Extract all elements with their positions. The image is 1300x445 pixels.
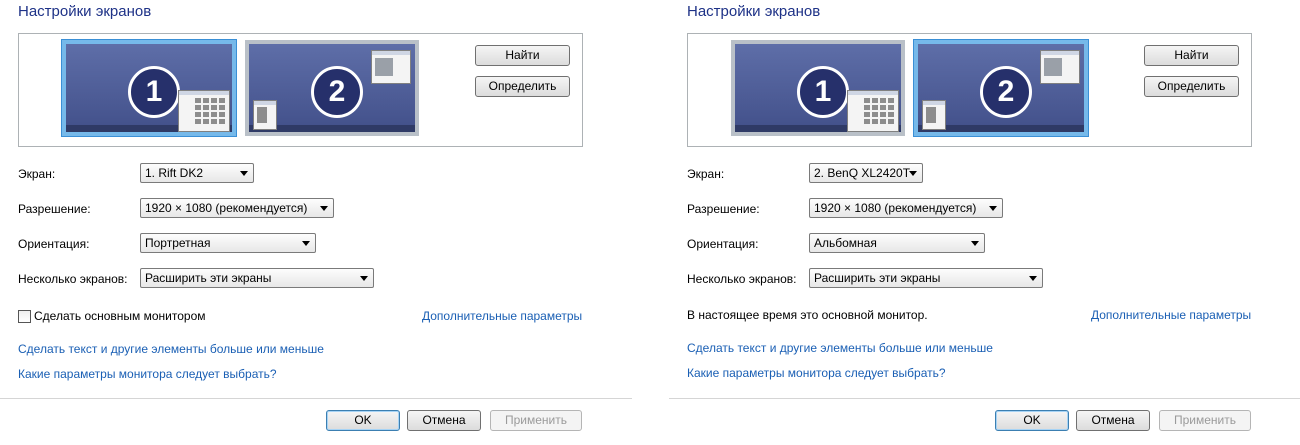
monitor-number-badge: 1: [128, 66, 180, 118]
text-size-link[interactable]: Сделать текст и другие элементы больше и…: [687, 341, 993, 355]
window-thumbnail-icon: [178, 90, 230, 132]
panel-title: Настройки экранов: [18, 3, 152, 20]
display-settings-panel-right: Настройки экранов 1 2 Найти Определить Э…: [669, 0, 1300, 445]
chevron-down-icon: [240, 171, 248, 176]
identify-button[interactable]: Определить: [475, 76, 570, 97]
cancel-button[interactable]: Отмена: [407, 410, 481, 431]
display-label: Экран:: [687, 167, 725, 181]
monitor-1-tile[interactable]: 1: [62, 40, 236, 136]
multiple-displays-select-value: Расширить эти экраны: [814, 271, 941, 285]
window-thumbnail-icon: [253, 100, 277, 130]
which-settings-link[interactable]: Какие параметры монитора следует выбрать…: [687, 366, 946, 380]
display-select-value: 1. Rift DK2: [145, 166, 204, 180]
monitor-2-tile[interactable]: 2: [914, 40, 1088, 136]
panel-title: Настройки экранов: [687, 3, 821, 20]
make-primary-label[interactable]: Сделать основным монитором: [34, 309, 206, 323]
footer-divider: [669, 398, 1300, 399]
ok-button[interactable]: OK: [326, 410, 400, 431]
window-thumbnail-icon: [922, 100, 946, 130]
advanced-settings-link[interactable]: Дополнительные параметры: [1091, 308, 1251, 322]
monitor-preview-area: 1 2 Найти Определить: [687, 33, 1252, 147]
resolution-label: Разрешение:: [687, 202, 760, 216]
find-button[interactable]: Найти: [475, 45, 570, 66]
multiple-displays-select-value: Расширить эти экраны: [145, 271, 272, 285]
multiple-displays-label: Несколько экранов:: [18, 272, 128, 286]
chevron-down-icon: [302, 241, 310, 246]
orientation-select-value: Альбомная: [814, 236, 877, 250]
window-thumbnail-icon: [847, 90, 899, 132]
apply-button[interactable]: Применить: [490, 410, 582, 431]
monitor-1-tile[interactable]: 1: [731, 40, 905, 136]
chevron-down-icon: [360, 276, 368, 281]
ok-button[interactable]: OK: [995, 410, 1069, 431]
display-select[interactable]: 1. Rift DK2: [140, 163, 254, 183]
display-settings-panel-left: Настройки экранов 1 2 Найти Определить Э…: [0, 0, 632, 445]
footer-divider: [0, 398, 632, 399]
resolution-select-value: 1920 × 1080 (рекомендуется): [145, 201, 308, 215]
monitor-preview-area: 1 2 Найти Определить: [18, 33, 583, 147]
orientation-label: Ориентация:: [18, 237, 90, 251]
display-label: Экран:: [18, 167, 56, 181]
orientation-label: Ориентация:: [687, 237, 759, 251]
chevron-down-icon: [1029, 276, 1037, 281]
text-size-link[interactable]: Сделать текст и другие элементы больше и…: [18, 342, 324, 356]
resolution-label: Разрешение:: [18, 202, 91, 216]
monitor-number-badge: 2: [980, 66, 1032, 118]
multiple-displays-label: Несколько экранов:: [687, 272, 797, 286]
identify-button[interactable]: Определить: [1144, 76, 1239, 97]
monitor-2-tile[interactable]: 2: [245, 40, 419, 136]
advanced-settings-link[interactable]: Дополнительные параметры: [422, 309, 582, 323]
find-button[interactable]: Найти: [1144, 45, 1239, 66]
orientation-select[interactable]: Альбомная: [809, 233, 985, 253]
multiple-displays-select[interactable]: Расширить эти экраны: [140, 268, 374, 288]
chevron-down-icon: [971, 241, 979, 246]
primary-monitor-status: В настоящее время это основной монитор.: [687, 308, 928, 322]
monitor-number-badge: 1: [797, 66, 849, 118]
which-settings-link[interactable]: Какие параметры монитора следует выбрать…: [18, 367, 277, 381]
apply-button[interactable]: Применить: [1159, 410, 1251, 431]
resolution-select[interactable]: 1920 × 1080 (рекомендуется): [140, 198, 334, 218]
chevron-down-icon: [909, 171, 917, 176]
orientation-select-value: Портретная: [145, 236, 211, 250]
window-thumbnail-icon: [371, 50, 411, 84]
chevron-down-icon: [989, 206, 997, 211]
monitor-number-badge: 2: [311, 66, 363, 118]
multiple-displays-select[interactable]: Расширить эти экраны: [809, 268, 1043, 288]
chevron-down-icon: [320, 206, 328, 211]
orientation-select[interactable]: Портретная: [140, 233, 316, 253]
display-select[interactable]: 2. BenQ XL2420T: [809, 163, 923, 183]
resolution-select-value: 1920 × 1080 (рекомендуется): [814, 201, 977, 215]
resolution-select[interactable]: 1920 × 1080 (рекомендуется): [809, 198, 1003, 218]
make-primary-checkbox[interactable]: [18, 310, 31, 323]
display-select-value: 2. BenQ XL2420T: [814, 166, 911, 180]
cancel-button[interactable]: Отмена: [1076, 410, 1150, 431]
window-thumbnail-icon: [1040, 50, 1080, 84]
